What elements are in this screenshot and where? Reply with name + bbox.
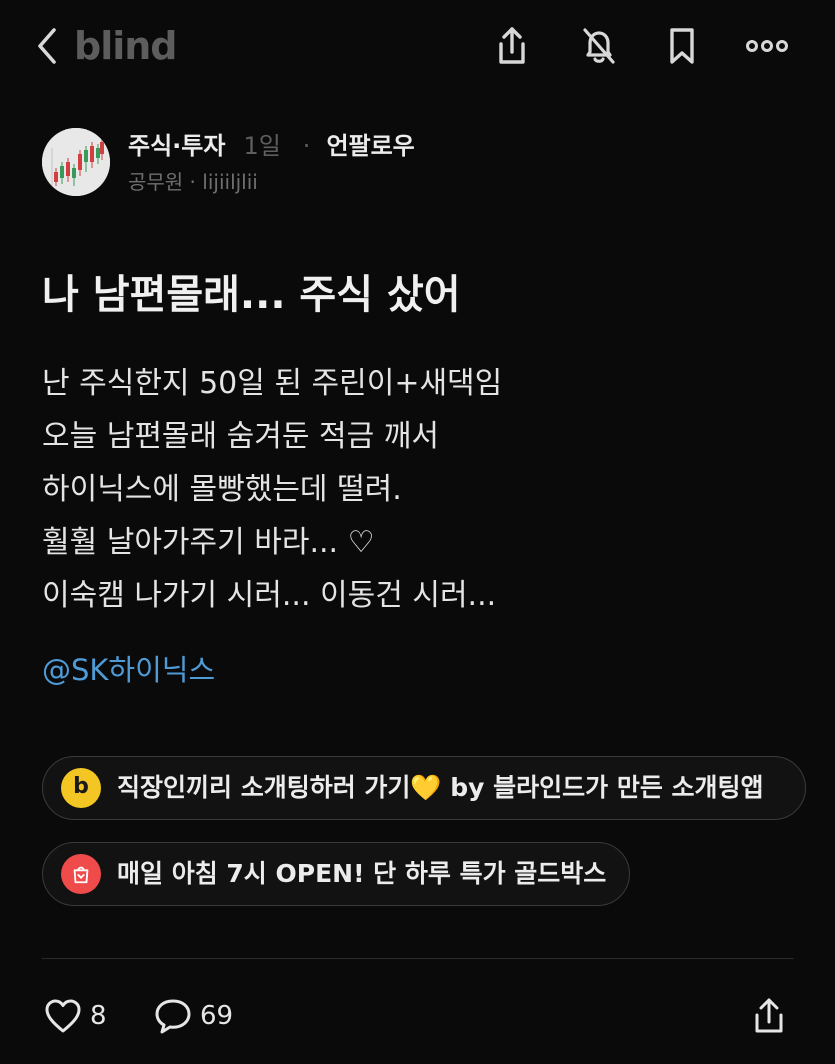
author-company-line: 공무원 · lijiiljlii xyxy=(128,168,258,196)
divider xyxy=(42,958,794,959)
bell-off-icon xyxy=(583,28,615,64)
share-button-bottom[interactable] xyxy=(748,990,790,1042)
heart-icon xyxy=(45,999,81,1033)
post-detail-screen: blind 주식·투자 1일 · 언팔로우 공무원 · lijiiljlii 나… xyxy=(0,0,835,1064)
post-body-line: 오늘 남편몰래 숨겨둔 적금 깨서 xyxy=(42,419,439,454)
promo-text: 매일 아침 7시 OPEN! 단 하루 특가 골드박스 xyxy=(117,859,607,888)
share-icon xyxy=(499,27,525,64)
author-meta: 주식·투자 1일 · 언팔로우 xyxy=(128,130,415,162)
b-logo-letter: b xyxy=(73,774,89,799)
chevron-left-icon xyxy=(38,28,56,64)
company-mention-link[interactable]: @SK하이닉스 xyxy=(42,648,215,692)
post-body: 난 주식한지 50일 된 주린이+새댁임 오늘 남편몰래 숨겨둔 적금 깨서 하… xyxy=(42,357,802,622)
shopping-bag-icon xyxy=(61,854,101,894)
like-count: 8 xyxy=(90,1001,107,1031)
post-body-line: 이숙캠 나가기 시러... 이동건 시러... xyxy=(42,578,497,613)
comment-button[interactable]: 69 xyxy=(152,990,233,1042)
like-button[interactable]: 8 xyxy=(42,990,107,1042)
comment-icon xyxy=(155,999,191,1034)
company-name: 공무원 xyxy=(128,170,184,194)
post-body-line: 난 주식한지 50일 된 주린이+새댁임 xyxy=(42,366,503,401)
more-button[interactable] xyxy=(744,22,790,70)
share-button[interactable] xyxy=(489,22,535,70)
bookmark-button[interactable] xyxy=(659,22,705,70)
post-body-line: 하이닉스에 몰빵했는데 떨려. xyxy=(42,472,402,507)
more-icon xyxy=(746,40,788,52)
comment-count: 69 xyxy=(200,1001,234,1031)
avatar[interactable] xyxy=(42,128,110,196)
author-nickname: lijiiljlii xyxy=(202,170,258,194)
promo-text: 직장인끼리 소개팅하러 가기💛 by 블라인드가 만든 소개팅앱 xyxy=(117,773,764,802)
board-name[interactable]: 주식·투자 xyxy=(128,132,225,160)
unfollow-button[interactable]: 언팔로우 xyxy=(326,132,414,160)
back-button[interactable] xyxy=(28,24,68,68)
nickname-separator: · xyxy=(183,170,203,194)
blind-logo: blind xyxy=(74,24,178,68)
notification-off-button[interactable] xyxy=(576,22,622,70)
promo-chip-dating[interactable]: b 직장인끼리 소개팅하러 가기💛 by 블라인드가 만든 소개팅앱 xyxy=(42,756,806,820)
post-time: 1일 xyxy=(243,132,281,160)
candlestick-chart-avatar-icon xyxy=(42,128,110,196)
bookmark-icon xyxy=(670,28,694,64)
b-logo-icon: b xyxy=(61,768,101,808)
top-bar: blind xyxy=(0,0,835,95)
shopping-bag-glyph xyxy=(73,866,89,884)
post-title: 나 남편몰래... 주식 샀어 xyxy=(42,272,461,318)
author-block: 주식·투자 1일 · 언팔로우 공무원 · lijiiljlii xyxy=(42,128,802,200)
promo-chip-goldbox[interactable]: 매일 아침 7시 OPEN! 단 하루 특가 골드박스 xyxy=(42,842,630,906)
separator-dot: · xyxy=(302,132,311,160)
post-body-line: 훨훨 날아가주기 바라... ♡ xyxy=(42,525,375,560)
share-icon xyxy=(755,998,783,1033)
